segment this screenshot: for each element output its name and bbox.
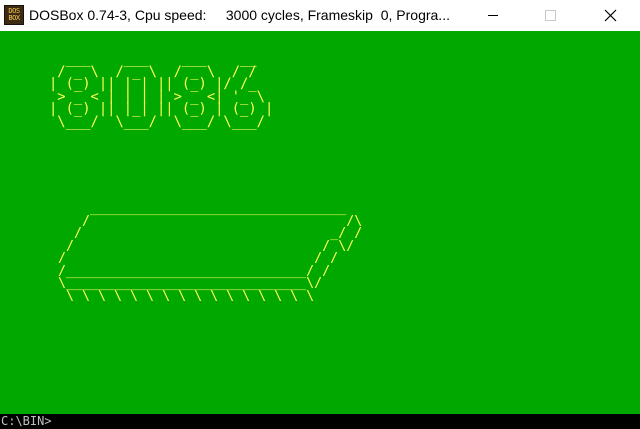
title-bar[interactable]: DOS BOX DOSBox 0.74-3, Cpu speed: 3000 c… [0, 0, 640, 31]
minimize-button[interactable] [470, 0, 516, 31]
window-title: DOSBox 0.74-3, Cpu speed: 3000 cycles, F… [29, 7, 450, 23]
dosbox-app-icon[interactable]: DOS BOX [4, 5, 24, 25]
close-icon [604, 9, 617, 22]
dos-prompt: C:\BIN> [1, 414, 52, 428]
dos-screen[interactable]: ___ ___ ___ __ / _ \ / _ \ / _ \ / / | (… [0, 31, 640, 414]
command-line[interactable]: C:\BIN> [0, 414, 640, 429]
maximize-icon [545, 10, 556, 21]
ascii-chip-drawing: ________________________________ / /\ / … [58, 201, 363, 304]
ascii-8086-logo: ___ ___ ___ __ / _ \ / _ \ / _ \ / / | (… [49, 51, 274, 130]
close-button[interactable] [588, 0, 634, 31]
maximize-button[interactable] [527, 0, 573, 31]
minimize-icon [488, 15, 498, 16]
app-icon-text-bottom: BOX [8, 14, 20, 22]
dosbox-window: DOS BOX DOSBox 0.74-3, Cpu speed: 3000 c… [0, 0, 640, 429]
